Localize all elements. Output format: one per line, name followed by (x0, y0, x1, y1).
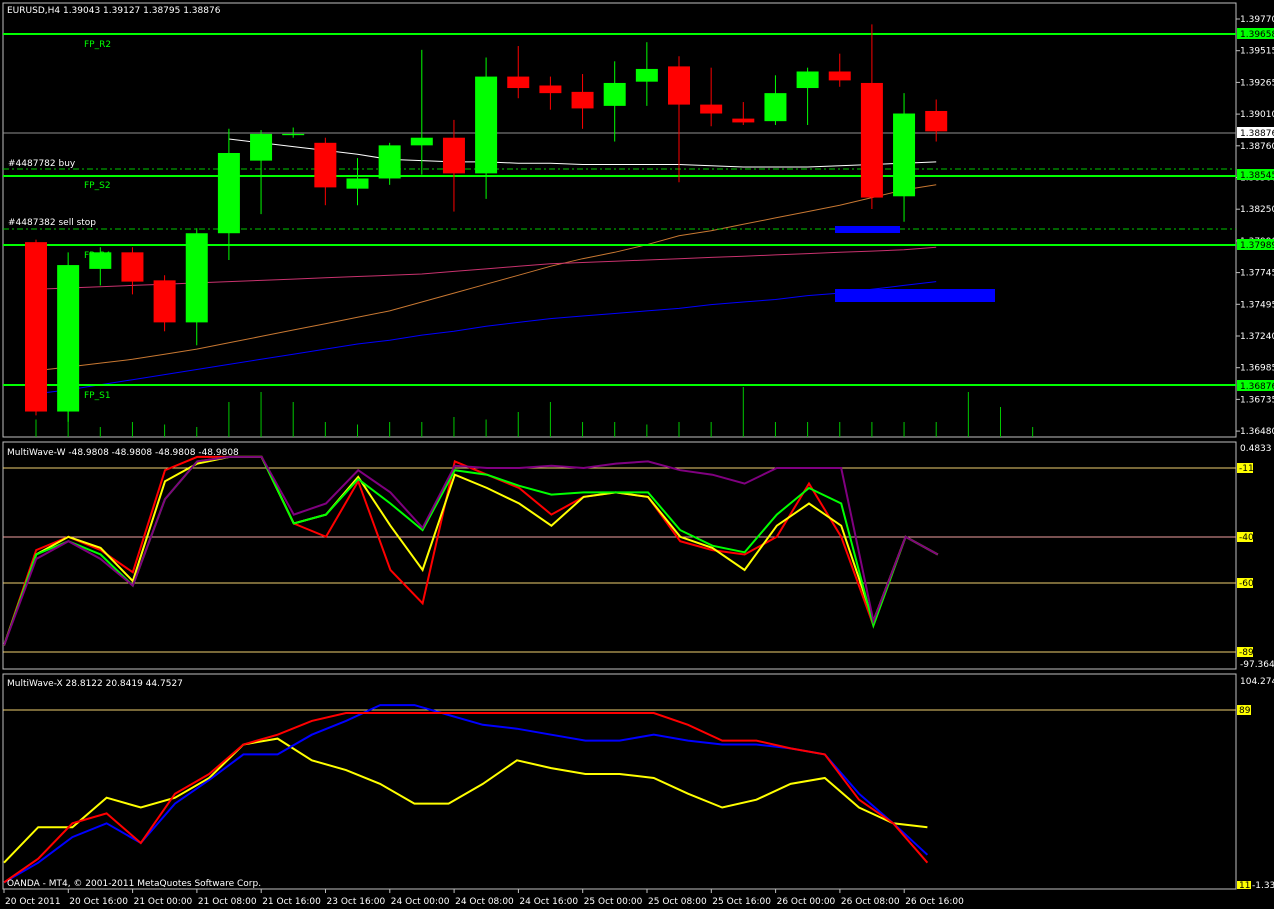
indicator-line-4 (3, 455, 939, 646)
w-level-label-1: -11 (1239, 464, 1254, 474)
time-axis: 20 Oct 2011 20 Oct 16:00 21 Oct 00:00 21 Oc… (3, 889, 964, 907)
candle-body (764, 93, 787, 122)
candle-body (860, 82, 883, 198)
symbol-header: EURUSD,H4 1.39043 1.39127 1.38795 1.3887… (7, 6, 221, 16)
w-top-value: 0.4833 (1240, 444, 1272, 454)
price-tick-label: 1.37240 (1240, 332, 1274, 342)
price-tick-label: 1.39770 (1240, 15, 1274, 25)
indicator-line-3 (3, 455, 939, 646)
indicator-line-3 (3, 712, 929, 884)
wave-w-panel-frame (2, 441, 1237, 670)
candle-body (378, 145, 401, 179)
w-level-label-2: -40 (1239, 533, 1254, 543)
time-tick-label: 25 Oct 08:00 (648, 897, 707, 907)
candle-body (507, 76, 530, 89)
fp-r2-price: 1.39658 (1240, 30, 1274, 40)
x-level-label-1: 89 (1239, 706, 1251, 716)
price-tick-label: 1.38250 (1240, 205, 1274, 215)
price-tick-label: 1.37495 (1240, 300, 1274, 310)
multiwave-x-lines (3, 704, 929, 884)
indicator-line-1 (3, 737, 928, 864)
current-price: 1.38876 (1240, 129, 1274, 139)
fp-s1-price: 1.36876 (1240, 382, 1274, 392)
candlesticks (25, 24, 948, 422)
candle-body (828, 71, 851, 81)
price-tick-label: 1.36735 (1240, 395, 1274, 405)
indicator-line-2 (3, 455, 939, 646)
price-tick-label: 1.39515 (1240, 47, 1274, 57)
multiwave-w-lines (3, 455, 939, 646)
w-level-label-3: -60 (1239, 579, 1254, 589)
order-zone-box-large (835, 289, 995, 302)
time-tick-label: 26 Oct 08:00 (841, 897, 900, 907)
price-tick-label: 1.39265 (1240, 78, 1274, 88)
price-tick-label: 1.36480 (1240, 427, 1274, 437)
sell-stop-order-label: #4487382 sell stop (8, 218, 96, 228)
x-level-label-2: 11 (1239, 881, 1250, 891)
candle-body (250, 133, 273, 161)
price-tick-label: 1.38760 (1240, 142, 1274, 152)
candle-body (925, 110, 948, 132)
candle-body (700, 104, 723, 114)
multiwave-x-header: MultiWave-X 28.8122 20.8419 44.7527 (7, 679, 183, 689)
price-axis: 1.39770 1.39515 1.39265 1.39010 1.38760 1.385… (1236, 15, 1274, 437)
fp-s1-label: FP_S1 (84, 391, 111, 401)
x-top-value: 104.274 (1240, 677, 1274, 687)
candle-body (635, 68, 658, 82)
candle-body (217, 152, 240, 234)
x-bottom-value: -1.3349 (1252, 881, 1274, 891)
w-bottom-value: -97.3649 (1240, 660, 1274, 670)
candle-body (539, 85, 562, 94)
time-tick-label: 26 Oct 16:00 (905, 897, 964, 907)
candle-body (25, 242, 47, 412)
time-tick-label: 25 Oct 00:00 (584, 897, 643, 907)
candle-body (314, 142, 337, 188)
main-panel-frame (2, 2, 1237, 438)
time-tick-label: 24 Oct 00:00 (391, 897, 450, 907)
moving-average-line-2 (35, 184, 937, 372)
candle-body (410, 137, 433, 146)
time-tick-label: 20 Oct 16:00 (69, 897, 128, 907)
price-tick-label: 1.36985 (1240, 364, 1274, 374)
candle-body (442, 137, 465, 174)
candle-body (796, 71, 819, 89)
footer-copyright: OANDA - MT4, © 2001-2011 MetaQuotes Soft… (7, 879, 261, 889)
candle-body (571, 91, 594, 109)
time-tick-label: 21 Oct 00:00 (134, 897, 193, 907)
fp-s2-price: 1.38545 (1240, 171, 1274, 181)
time-tick-label: 24 Oct 08:00 (455, 897, 514, 907)
fp-s2-label: FP_S2 (84, 181, 111, 191)
order-zone-box-small (835, 226, 900, 233)
candle-body (282, 133, 305, 136)
buy-order-label: #4487782 buy (8, 159, 76, 169)
w-level-label-4: -89 (1239, 648, 1254, 658)
wave-x-panel-frame (2, 673, 1237, 890)
volume-bars (35, 387, 1034, 437)
time-tick-label: 26 Oct 00:00 (777, 897, 836, 907)
price-tick-label: 1.39010 (1240, 110, 1274, 120)
time-tick-label: 23 Oct 16:00 (327, 897, 386, 907)
price-tick-label: 1.37745 (1240, 269, 1274, 279)
time-tick-label: 20 Oct 2011 (5, 897, 61, 907)
candle-body (603, 82, 626, 106)
fp-s4-price: 1.37989 (1240, 241, 1274, 251)
time-tick-label: 25 Oct 16:00 (712, 897, 771, 907)
candle-body (668, 66, 690, 105)
candle-body (732, 118, 755, 123)
candle-body (893, 113, 916, 197)
fp-r2-label: FP_R2 (84, 40, 111, 50)
candle-body (57, 265, 80, 412)
time-tick-label: 21 Oct 16:00 (262, 897, 321, 907)
candle-body (475, 76, 498, 174)
time-tick-label: 21 Oct 08:00 (198, 897, 257, 907)
indicator-line-1 (3, 455, 939, 646)
candle-body (121, 252, 144, 282)
time-tick-label: 24 Oct 16:00 (519, 897, 578, 907)
candle-body (346, 178, 369, 189)
candle-body (153, 280, 176, 323)
terminal-chart: EURUSD,H4 1.39043 1.39127 1.38795 1.3887… (2, 2, 1274, 907)
candle-body (185, 233, 208, 323)
multiwave-w-header: MultiWave-W -48.9808 -48.9808 -48.9808 -… (7, 448, 239, 458)
fp-s4-label: FP_S4 (84, 251, 111, 261)
